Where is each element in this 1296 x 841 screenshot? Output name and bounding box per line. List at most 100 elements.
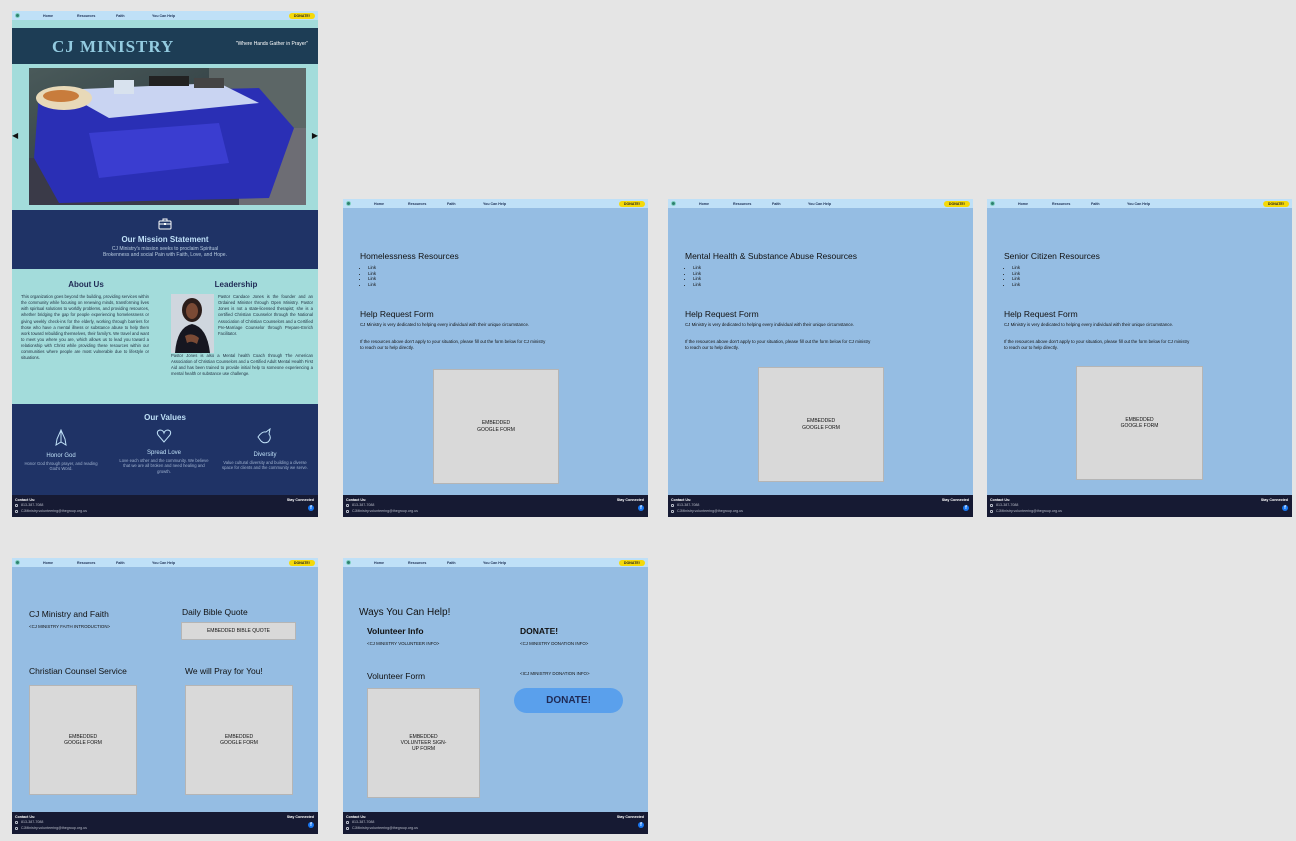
dove-icon <box>257 427 271 444</box>
logo-icon[interactable] <box>346 201 351 206</box>
about-title: About Us <box>68 280 104 289</box>
counsel-google-form[interactable]: EMBEDDED GOOGLE FORM <box>29 685 137 795</box>
donate-button[interactable]: DONATE! <box>288 12 315 19</box>
value-honor-god: Honor God Honor God through prayer, and … <box>20 426 102 472</box>
logo-icon[interactable] <box>671 201 676 206</box>
help-request-title: Help Request Form <box>1004 309 1078 319</box>
mail-icon <box>15 826 18 830</box>
donate-button[interactable]: DONATE! <box>618 200 645 207</box>
nav-link-resources[interactable]: Resources <box>408 561 426 565</box>
phone-row: 813-387-7088 <box>15 820 43 824</box>
logo-icon[interactable] <box>15 560 20 565</box>
volunteer-signup-form[interactable]: EMBEDDED VOLUNTEER SIGN-UP FORM <box>367 688 480 798</box>
email-text[interactable]: CJMinistry.volunteering@thegroup.org.us <box>677 509 743 513</box>
phone-text[interactable]: 813-387-7088 <box>352 503 374 507</box>
nav-link-home[interactable]: Home <box>699 202 709 206</box>
nav-link-home[interactable]: Home <box>43 561 53 565</box>
nav-link-help[interactable]: You Can Help <box>1127 202 1150 206</box>
mission-section: Our Mission Statement CJ Ministry's miss… <box>12 210 318 269</box>
resource-link[interactable]: Link <box>368 282 376 288</box>
nav-link-home[interactable]: Home <box>374 561 384 565</box>
nav-link-faith[interactable]: Faith <box>116 14 125 18</box>
pray-title: We will Pray for You! <box>185 666 263 676</box>
nav-link-help[interactable]: You Can Help <box>152 14 175 18</box>
phone-text[interactable]: 813-387-7088 <box>21 820 43 824</box>
resource-link[interactable]: Link <box>1012 265 1020 271</box>
form-label: EMBEDDED GOOGLE FORM <box>64 733 102 746</box>
phone-row: 813-387-7088 <box>346 503 374 507</box>
phone-text[interactable]: 813-387-7088 <box>21 503 43 507</box>
embedded-google-form[interactable]: EMBEDDED GOOGLE FORM <box>758 367 884 482</box>
facebook-icon[interactable]: f <box>963 505 969 511</box>
email-text[interactable]: CJMinistry.volunteering@thegroup.org.us <box>21 509 87 513</box>
resource-link[interactable]: Link <box>1012 282 1020 288</box>
nav-link-faith[interactable]: Faith <box>1091 202 1100 206</box>
facebook-icon[interactable]: f <box>1282 505 1288 511</box>
leadership-text-1: Pastor Candace Jones is the founder and … <box>218 294 313 336</box>
logo-icon[interactable] <box>15 13 20 18</box>
donation-info-text-2: <ICJ MINISTRY DONATION INFO> <box>520 671 590 676</box>
phone-icon <box>671 503 674 507</box>
resource-link[interactable]: Link <box>368 265 376 271</box>
footer: Contact Us: 813-387-7088 CJMinistry.volu… <box>12 812 318 834</box>
facebook-icon[interactable]: f <box>308 505 314 511</box>
email-text[interactable]: CJMinistry.volunteering@thegroup.org.us <box>21 826 87 830</box>
donate-button[interactable]: DONATE! <box>288 559 315 566</box>
nav-bar: Home Resources Faith You Can Help DONATE… <box>343 558 648 567</box>
about-text: This organization goes beyond the buildi… <box>21 294 149 361</box>
mail-icon <box>990 509 993 513</box>
value-diversity: Diversity Value cultural diversity and b… <box>221 426 309 471</box>
prayer-google-form[interactable]: EMBEDDED GOOGLE FORM <box>185 685 293 795</box>
donate-title: DONATE! <box>520 626 559 636</box>
phone-text[interactable]: 813-387-7088 <box>677 503 699 507</box>
nav-link-faith[interactable]: Faith <box>447 202 456 206</box>
nav-link-home[interactable]: Home <box>1018 202 1028 206</box>
facebook-icon[interactable]: f <box>638 505 644 511</box>
email-row: CJMinistry.volunteering@thegroup.org.us <box>15 509 87 513</box>
email-text[interactable]: CJMinistry.volunteering@thegroup.org.us <box>352 509 418 513</box>
resource-link-list: Link Link Link Link <box>360 265 376 288</box>
facebook-icon[interactable]: f <box>308 822 314 828</box>
email-row: CJMinistry.volunteering@thegroup.org.us <box>671 509 743 513</box>
nav-link-help[interactable]: You Can Help <box>483 561 506 565</box>
nav-link-help[interactable]: You Can Help <box>483 202 506 206</box>
phone-text[interactable]: 813-387-7088 <box>352 820 374 824</box>
help-title: Ways You Can Help! <box>359 607 451 618</box>
donate-button[interactable]: DONATE! <box>943 200 970 207</box>
nav-link-faith[interactable]: Faith <box>116 561 125 565</box>
email-text[interactable]: CJMinistry.volunteering@thegroup.org.us <box>352 826 418 830</box>
nav-link-resources[interactable]: Resources <box>408 202 426 206</box>
donate-button[interactable]: DONATE! <box>618 559 645 566</box>
resource-link[interactable]: Link <box>693 265 701 271</box>
carousel-next-icon[interactable]: ▶ <box>312 131 318 140</box>
nav-link-resources[interactable]: Resources <box>77 14 95 18</box>
value-spread-love: Spread Love Love each other and the comm… <box>118 426 210 474</box>
resource-title: Homelessness Resources <box>360 251 459 261</box>
carousel-prev-icon[interactable]: ◀ <box>12 131 18 140</box>
stay-connected-label: Stay Connected <box>616 497 644 502</box>
phone-text[interactable]: 813-387-7088 <box>996 503 1018 507</box>
embedded-bible-quote: EMBEDDED BIBLE QUOTE <box>181 622 296 640</box>
resource-link[interactable]: Link <box>693 282 701 288</box>
embedded-google-form[interactable]: EMBEDDED GOOGLE FORM <box>433 369 559 484</box>
donate-button[interactable]: DONATE! <box>1262 200 1289 207</box>
contact-label: Contact Us: <box>15 814 36 819</box>
help-request-text-2: If the resources above don't apply to yo… <box>1004 339 1190 350</box>
nav-link-help[interactable]: You Can Help <box>808 202 831 206</box>
nav-link-faith[interactable]: Faith <box>447 561 456 565</box>
embedded-google-form[interactable]: EMBEDDED GOOGLE FORM <box>1076 366 1203 480</box>
nav-link-faith[interactable]: Faith <box>772 202 781 206</box>
nav-link-home[interactable]: Home <box>374 202 384 206</box>
nav-link-resources[interactable]: Resources <box>733 202 751 206</box>
logo-icon[interactable] <box>346 560 351 565</box>
facebook-icon[interactable]: f <box>638 822 644 828</box>
email-text[interactable]: CJMinistry.volunteering@thegroup.org.us <box>996 509 1062 513</box>
nav-link-help[interactable]: You Can Help <box>152 561 175 565</box>
donate-large-button[interactable]: DONATE! <box>514 688 623 713</box>
resources-mental-health-frame: Home Resources Faith You Can Help DONATE… <box>668 199 973 517</box>
contact-label: Contact Us: <box>990 497 1011 502</box>
nav-link-home[interactable]: Home <box>43 14 53 18</box>
nav-link-resources[interactable]: Resources <box>77 561 95 565</box>
logo-icon[interactable] <box>990 201 995 206</box>
nav-link-resources[interactable]: Resources <box>1052 202 1070 206</box>
